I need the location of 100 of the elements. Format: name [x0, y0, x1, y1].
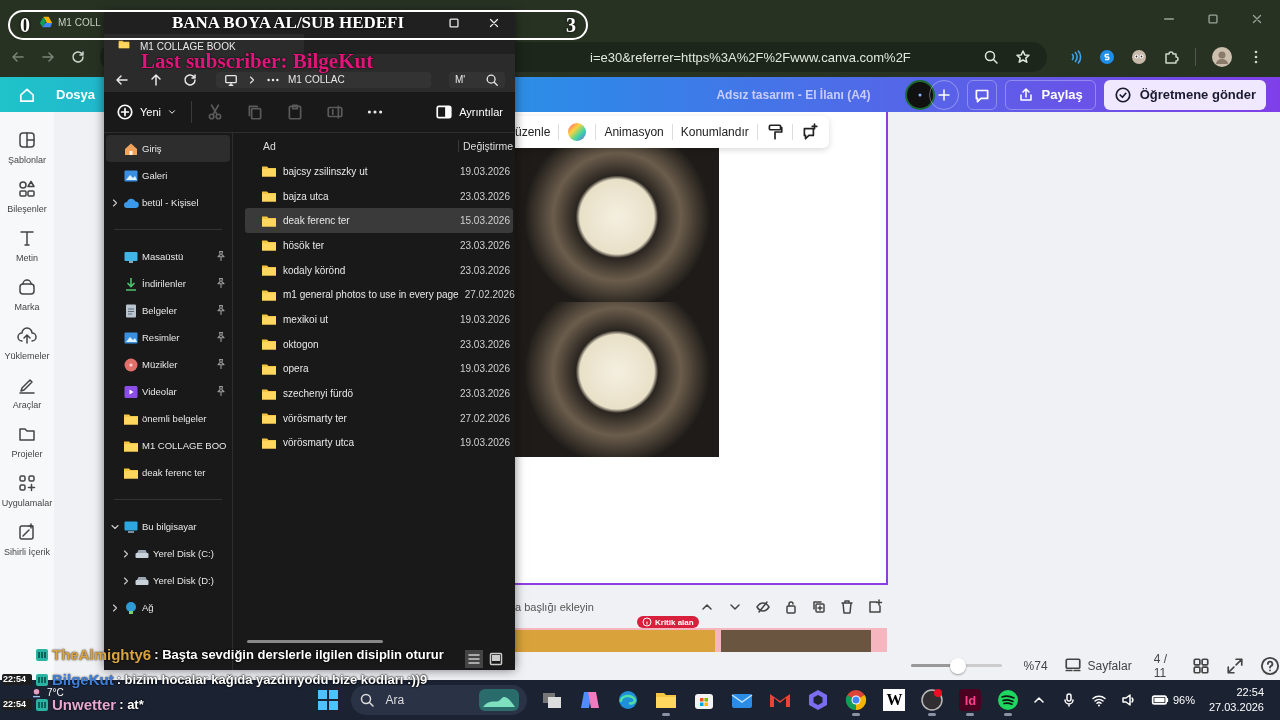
sidebar-item[interactable]: Marka — [0, 277, 54, 312]
page-title-field[interactable]: a başlığı ekleyin — [515, 600, 594, 613]
file-row[interactable]: vörösmarty utca 19.03.2026 — [245, 430, 513, 456]
trash-icon[interactable] — [839, 598, 855, 615]
nav-item[interactable]: İndirilenler — [106, 270, 230, 297]
fullscreen-icon[interactable] — [1226, 657, 1244, 675]
sidebar-item[interactable]: Şablonlar — [0, 130, 54, 165]
reload-icon[interactable] — [70, 49, 86, 65]
star-icon[interactable] — [1015, 49, 1031, 65]
nav-item[interactable]: önemli belgeler — [106, 405, 230, 432]
file-row[interactable]: m1 general photos to use in every page 27.02.2026 — [245, 282, 513, 308]
nav-item[interactable]: Resimler — [106, 324, 230, 351]
nav-item[interactable]: Belgeler — [106, 297, 230, 324]
nav-item[interactable]: Videolar — [106, 378, 230, 405]
details-button[interactable]: Ayrıntılar — [435, 103, 503, 121]
pages-button[interactable]: Sayfalar — [1063, 657, 1132, 675]
clipboard-icon[interactable] — [286, 103, 304, 121]
search-field[interactable]: M' — [449, 72, 505, 88]
list-view-icon[interactable] — [465, 650, 483, 668]
sidebar-item[interactable]: Yüklemeler — [0, 326, 54, 361]
windows-logo-icon[interactable] — [317, 689, 340, 711]
file-row[interactable]: opera 19.03.2026 — [245, 356, 513, 382]
send-button[interactable]: Öğretmene gönder — [1103, 79, 1266, 110]
file-row[interactable]: szechenyi fürdö 23.03.2026 — [245, 381, 513, 406]
nav-item[interactable]: Galeri — [106, 162, 230, 189]
arrow-left-icon[interactable] — [114, 72, 130, 88]
arrow-up-icon[interactable] — [148, 72, 164, 88]
maximize-icon[interactable] — [1206, 11, 1220, 26]
color-wheel-icon[interactable] — [567, 122, 588, 142]
taskbar-app[interactable]: W — [881, 683, 908, 717]
s-badge-icon[interactable] — [1099, 49, 1115, 65]
comment-button[interactable] — [966, 79, 997, 110]
magic-icon — [17, 522, 37, 542]
zoom-slider[interactable] — [911, 658, 1002, 674]
puzzle-icon[interactable] — [1163, 49, 1179, 65]
sidebar-item[interactable]: Uygulamalar — [0, 473, 54, 508]
text-icon — [17, 228, 37, 248]
nav-item[interactable]: Yerel Disk (D:) — [106, 567, 230, 594]
file-row[interactable]: mexikoi ut 19.03.2026 — [245, 307, 513, 332]
duplicate-icon[interactable] — [811, 598, 827, 615]
add-page-icon[interactable] — [867, 598, 883, 615]
nav-item[interactable]: Yerel Disk (C:) — [106, 540, 230, 567]
scissors-icon[interactable] — [206, 103, 224, 121]
nav-item[interactable]: Masaüstü — [106, 243, 230, 270]
nav-item[interactable]: betül - Kişisel — [106, 189, 230, 216]
chat-message: : at* — [119, 697, 144, 712]
sidebar-item[interactable]: Metin — [0, 228, 54, 263]
address-bar[interactable]: M1 COLLAC — [216, 72, 431, 88]
file-row[interactable]: hösök ter 23.03.2026 — [245, 233, 513, 258]
close-icon[interactable] — [487, 16, 501, 30]
file-row[interactable]: bajza utca 23.03.2026 — [245, 183, 513, 209]
toolbar-button[interactable]: Konumlandır — [680, 125, 749, 139]
sidebar-item[interactable]: Sihirli İçerik — [0, 522, 54, 557]
pin-icon — [215, 331, 227, 343]
maximize-icon[interactable] — [447, 16, 461, 30]
toolbar-button[interactable]: üzenle — [515, 125, 551, 139]
column-header[interactable]: Ad — [263, 140, 458, 152]
avatar-icon[interactable] — [904, 79, 935, 110]
speaker-icon[interactable] — [1120, 692, 1137, 708]
nav-item[interactable]: M1 COLLAGE BOO — [106, 432, 230, 459]
file-row[interactable]: bajcsy zsilinszky ut 19.03.2026 — [245, 159, 513, 184]
copy-icon[interactable] — [246, 103, 264, 121]
battery-status[interactable]: 96% — [1150, 691, 1195, 709]
file-row[interactable]: kodaly körönd 23.03.2026 — [245, 257, 513, 283]
owl-icon[interactable] — [1131, 49, 1147, 65]
nav-item[interactable]: deak ferenc ter — [106, 459, 230, 486]
toolbar-button[interactable]: Animasyon — [604, 125, 664, 139]
reload-icon[interactable] — [182, 72, 198, 88]
sidebar-item[interactable]: Projeler — [0, 424, 54, 459]
file-row[interactable]: vörösmarty ter 27.02.2026 — [245, 405, 513, 431]
explorer-tab[interactable]: M1 COLLAGE BOOK — [104, 34, 304, 54]
temperature[interactable]: 7°C — [47, 687, 64, 698]
file-row[interactable]: oktogon 23.03.2026 — [245, 331, 513, 357]
arrow-right-icon[interactable] — [40, 49, 56, 65]
scrollbar[interactable] — [247, 640, 383, 643]
clock[interactable]: 22:54 27.03.2026 — [1208, 685, 1272, 715]
nav-item[interactable]: Müzikler — [106, 351, 230, 378]
nav-item[interactable]: Ağ — [106, 594, 230, 621]
tiles-view-icon[interactable] — [487, 650, 505, 668]
taskbar-app[interactable]: Id — [957, 683, 984, 717]
nav-item[interactable]: Bu bilgisayar — [106, 513, 230, 540]
chrome-icon — [844, 688, 869, 712]
new-button[interactable]: Yeni — [116, 103, 177, 121]
column-header[interactable]: Değiştirme — [458, 140, 513, 152]
zoom-level[interactable]: %74 — [1023, 659, 1048, 673]
help-icon[interactable] — [1260, 656, 1280, 676]
nav-item[interactable]: Giriş — [106, 135, 230, 162]
search-icon[interactable] — [983, 49, 999, 65]
hide-icon[interactable] — [755, 598, 771, 615]
rename-icon[interactable] — [326, 103, 344, 121]
sidebar-item[interactable]: Bileşenler — [0, 179, 54, 214]
file-row[interactable]: deak ferenc ter 15.03.2026 — [245, 208, 513, 234]
avatar-icon[interactable] — [1212, 47, 1232, 67]
lock-icon[interactable] — [783, 598, 799, 615]
sidebar-item[interactable]: Araçlar — [0, 375, 54, 410]
pin-icon — [215, 277, 227, 289]
share-button[interactable]: Paylaş — [1004, 79, 1096, 110]
browser-tab[interactable]: M1 COLL — [36, 13, 103, 31]
last-subscriber-overlay: Last subscriber: BilgeKut — [141, 52, 374, 71]
grid-icon[interactable] — [1192, 657, 1210, 675]
